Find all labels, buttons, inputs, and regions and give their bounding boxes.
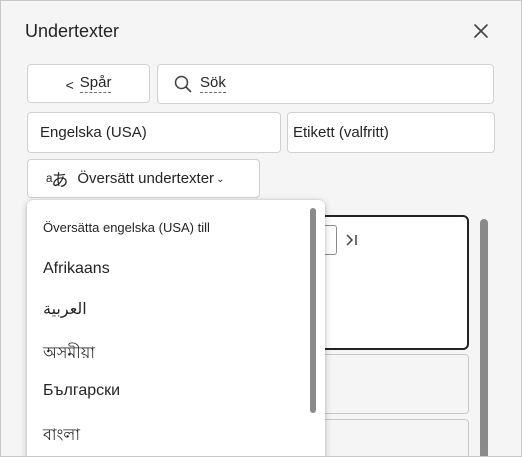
language-field[interactable]: Engelska (USA) (27, 112, 281, 153)
captions-panel: Undertexter < Spår Sök Engelska (USA) Et… (0, 0, 522, 457)
menu-item-bulgarian[interactable]: Български (43, 382, 120, 400)
close-icon (474, 24, 488, 38)
language-value: Engelska (USA) (40, 124, 147, 141)
menu-item-assamese[interactable]: অসমীয়া (43, 340, 95, 367)
skip-to-end-icon (346, 234, 357, 246)
panel-scrollbar[interactable] (480, 219, 488, 456)
menu-header: Översätta engelska (USA) till (43, 220, 210, 235)
chevron-left-icon: < (65, 76, 74, 93)
search-icon (174, 75, 192, 93)
menu-item-bangla[interactable]: বাংলা (43, 422, 80, 449)
back-to-tracks-button[interactable]: < Spår (27, 64, 150, 103)
close-button[interactable] (469, 19, 493, 43)
menu-item-arabic[interactable]: العربية (43, 299, 87, 319)
translate-captions-button[interactable]: ᵃあ Översätt undertexter ⌄ (27, 159, 260, 198)
back-button-label: Spår (79, 73, 112, 93)
search-input[interactable]: Sök (157, 64, 494, 104)
translate-language-menu: Översätta engelska (USA) till Afrikaans … (27, 200, 325, 456)
chevron-down-icon: ⌄ (216, 174, 225, 185)
caption-row[interactable] (313, 419, 469, 456)
caption-row[interactable] (313, 354, 469, 414)
search-placeholder: Sök (200, 74, 226, 93)
menu-scrollbar[interactable] (310, 208, 316, 413)
label-field[interactable]: Etikett (valfritt) (287, 112, 495, 153)
menu-item-afrikaans[interactable]: Afrikaans (43, 260, 110, 278)
label-value: Etikett (valfritt) (293, 124, 389, 141)
panel-title: Undertexter (25, 21, 120, 41)
translate-label: Översätt undertexter (77, 170, 215, 187)
skip-to-end-button[interactable] (345, 233, 359, 252)
translate-icon: ᵃあ (46, 171, 68, 190)
